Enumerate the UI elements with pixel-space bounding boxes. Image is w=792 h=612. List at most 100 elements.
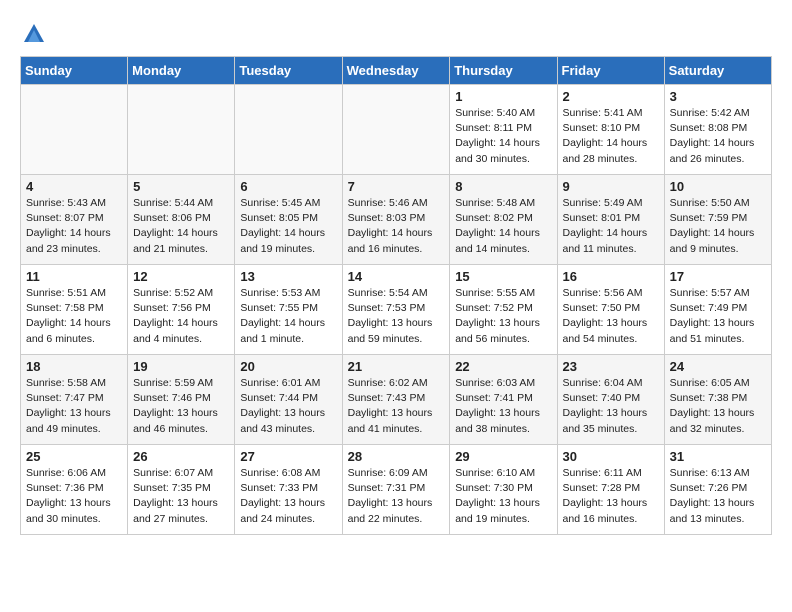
calendar-cell: 5Sunrise: 5:44 AM Sunset: 8:06 PM Daylig… (128, 175, 235, 265)
day-info: Sunrise: 5:58 AM Sunset: 7:47 PM Dayligh… (26, 376, 122, 437)
calendar-cell (128, 85, 235, 175)
day-info: Sunrise: 5:45 AM Sunset: 8:05 PM Dayligh… (240, 196, 336, 257)
day-info: Sunrise: 6:06 AM Sunset: 7:36 PM Dayligh… (26, 466, 122, 527)
calendar-cell: 16 Sunrise: 5:56 AM Sunset: 7:50 PM Dayli… (557, 265, 664, 355)
day-number: 28 (348, 449, 445, 464)
calendar-cell: 3 Sunrise: 5:42 AM Sunset: 8:08 PM Daylig… (664, 85, 771, 175)
day-info: Sunrise: 5:53 AM Sunset: 7:55 PM Dayligh… (240, 286, 336, 347)
day-info: Sunrise: 6:03 AM Sunset: 7:41 PM Dayligh… (455, 376, 551, 437)
day-number: 25 (26, 449, 122, 464)
weekday-header-saturday: Saturday (664, 57, 771, 85)
calendar-cell: 14 Sunrise: 5:54 AM Sunset: 7:53 PM Dayli… (342, 265, 450, 355)
day-info: Sunrise: 5:43 AM Sunset: 8:07 PM Dayligh… (26, 196, 122, 257)
day-info: Sunrise: 5:59 AM Sunset: 7:46 PM Dayligh… (133, 376, 229, 437)
day-number: 4 (26, 179, 122, 194)
day-number: 8 (455, 179, 551, 194)
calendar-cell: 10 Sunrise: 5:50 AM Sunset: 7:59 PM Dayli… (664, 175, 771, 265)
calendar-cell: 31 Sunrise: 6:13 AM Sunset: 7:26 PM Dayli… (664, 445, 771, 535)
calendar-week-2: 4 Sunrise: 5:43 AM Sunset: 8:07 PM Daylig… (21, 175, 772, 265)
weekday-header-tuesday: Tuesday (235, 57, 342, 85)
day-info: Sunrise: 5:49 AM Sunset: 8:01 PM Dayligh… (563, 196, 659, 257)
weekday-header-friday: Friday (557, 57, 664, 85)
calendar-cell: 15 Sunrise: 5:55 AM Sunset: 7:52 PM Dayli… (450, 265, 557, 355)
day-info: Sunrise: 6:01 AM Sunset: 7:44 PM Dayligh… (240, 376, 336, 437)
calendar-week-3: 11 Sunrise: 5:51 AM Sunset: 7:58 PM Dayli… (21, 265, 772, 355)
calendar-cell: 30 Sunrise: 6:11 AM Sunset: 7:28 PM Dayli… (557, 445, 664, 535)
weekday-header-wednesday: Wednesday (342, 57, 450, 85)
day-number: 15 (455, 269, 551, 284)
calendar-cell: 13 Sunrise: 5:53 AM Sunset: 7:55 PM Dayli… (235, 265, 342, 355)
day-number: 17 (670, 269, 766, 284)
calendar-cell: 23 Sunrise: 6:04 AM Sunset: 7:40 PM Dayli… (557, 355, 664, 445)
day-info: Sunrise: 5:52 AM Sunset: 7:56 PM Dayligh… (133, 286, 229, 347)
day-number: 22 (455, 359, 551, 374)
day-number: 7 (348, 179, 445, 194)
calendar-cell: 1 Sunrise: 5:40 AM Sunset: 8:11 PM Daylig… (450, 85, 557, 175)
calendar-cell (21, 85, 128, 175)
day-info: Sunrise: 5:44 AM Sunset: 8:06 PM Dayligh… (133, 196, 229, 257)
day-info: Sunrise: 6:08 AM Sunset: 7:33 PM Dayligh… (240, 466, 336, 527)
calendar-cell: 6 Sunrise: 5:45 AM Sunset: 8:05 PM Daylig… (235, 175, 342, 265)
day-number: 12 (133, 269, 229, 284)
day-info: Sunrise: 6:10 AM Sunset: 7:30 PM Dayligh… (455, 466, 551, 527)
calendar-table: SundayMondayTuesdayWednesdayThursdayFrid… (20, 56, 772, 535)
day-info: Sunrise: 5:51 AM Sunset: 7:58 PM Dayligh… (26, 286, 122, 347)
day-info: Sunrise: 6:09 AM Sunset: 7:31 PM Dayligh… (348, 466, 445, 527)
day-info: Sunrise: 5:54 AM Sunset: 7:53 PM Dayligh… (348, 286, 445, 347)
day-info: Sunrise: 5:50 AM Sunset: 7:59 PM Dayligh… (670, 196, 766, 257)
weekday-header-thursday: Thursday (450, 57, 557, 85)
calendar-cell: 29 Sunrise: 6:10 AM Sunset: 7:30 PM Dayli… (450, 445, 557, 535)
calendar-cell: 8 Sunrise: 5:48 AM Sunset: 8:02 PM Daylig… (450, 175, 557, 265)
calendar-cell: 18 Sunrise: 5:58 AM Sunset: 7:47 PM Dayli… (21, 355, 128, 445)
day-number: 10 (670, 179, 766, 194)
day-info: Sunrise: 5:55 AM Sunset: 7:52 PM Dayligh… (455, 286, 551, 347)
day-number: 13 (240, 269, 336, 284)
day-number: 20 (240, 359, 336, 374)
calendar-cell: 4 Sunrise: 5:43 AM Sunset: 8:07 PM Daylig… (21, 175, 128, 265)
day-number: 29 (455, 449, 551, 464)
day-info: Sunrise: 5:56 AM Sunset: 7:50 PM Dayligh… (563, 286, 659, 347)
calendar-cell: 24Sunrise: 6:05 AM Sunset: 7:38 PM Dayli… (664, 355, 771, 445)
day-number: 3 (670, 89, 766, 104)
calendar-cell: 7Sunrise: 5:46 AM Sunset: 8:03 PM Daylig… (342, 175, 450, 265)
day-number: 27 (240, 449, 336, 464)
day-number: 6 (240, 179, 336, 194)
calendar-cell (342, 85, 450, 175)
day-number: 14 (348, 269, 445, 284)
day-info: Sunrise: 5:40 AM Sunset: 8:11 PM Dayligh… (455, 106, 551, 167)
day-info: Sunrise: 6:07 AM Sunset: 7:35 PM Dayligh… (133, 466, 229, 527)
day-info: Sunrise: 6:04 AM Sunset: 7:40 PM Dayligh… (563, 376, 659, 437)
logo (20, 20, 52, 48)
day-number: 26 (133, 449, 229, 464)
day-info: Sunrise: 5:57 AM Sunset: 7:49 PM Dayligh… (670, 286, 766, 347)
day-info: Sunrise: 5:48 AM Sunset: 8:02 PM Dayligh… (455, 196, 551, 257)
day-number: 24 (670, 359, 766, 374)
calendar-week-5: 25 Sunrise: 6:06 AM Sunset: 7:36 PM Dayli… (21, 445, 772, 535)
day-number: 18 (26, 359, 122, 374)
day-number: 19 (133, 359, 229, 374)
day-number: 2 (563, 89, 659, 104)
calendar-cell: 28 Sunrise: 6:09 AM Sunset: 7:31 PM Dayli… (342, 445, 450, 535)
calendar-cell: 21 Sunrise: 6:02 AM Sunset: 7:43 PM Dayli… (342, 355, 450, 445)
day-info: Sunrise: 6:11 AM Sunset: 7:28 PM Dayligh… (563, 466, 659, 527)
calendar-cell: 27 Sunrise: 6:08 AM Sunset: 7:33 PM Dayli… (235, 445, 342, 535)
day-info: Sunrise: 5:42 AM Sunset: 8:08 PM Dayligh… (670, 106, 766, 167)
day-number: 23 (563, 359, 659, 374)
calendar-cell: 11 Sunrise: 5:51 AM Sunset: 7:58 PM Dayli… (21, 265, 128, 355)
day-number: 30 (563, 449, 659, 464)
day-number: 11 (26, 269, 122, 284)
day-number: 16 (563, 269, 659, 284)
calendar-cell (235, 85, 342, 175)
calendar-cell: 20 Sunrise: 6:01 AM Sunset: 7:44 PM Dayli… (235, 355, 342, 445)
day-number: 31 (670, 449, 766, 464)
calendar-cell: 22 Sunrise: 6:03 AM Sunset: 7:41 PM Dayli… (450, 355, 557, 445)
day-number: 1 (455, 89, 551, 104)
day-info: Sunrise: 6:13 AM Sunset: 7:26 PM Dayligh… (670, 466, 766, 527)
weekday-header-monday: Monday (128, 57, 235, 85)
day-number: 21 (348, 359, 445, 374)
calendar-week-4: 18 Sunrise: 5:58 AM Sunset: 7:47 PM Dayli… (21, 355, 772, 445)
logo-icon (20, 20, 48, 48)
page: SundayMondayTuesdayWednesdayThursdayFrid… (0, 0, 792, 545)
calendar-cell: 17 Sunrise: 5:57 AM Sunset: 7:49 PM Dayli… (664, 265, 771, 355)
day-info: Sunrise: 6:02 AM Sunset: 7:43 PM Dayligh… (348, 376, 445, 437)
